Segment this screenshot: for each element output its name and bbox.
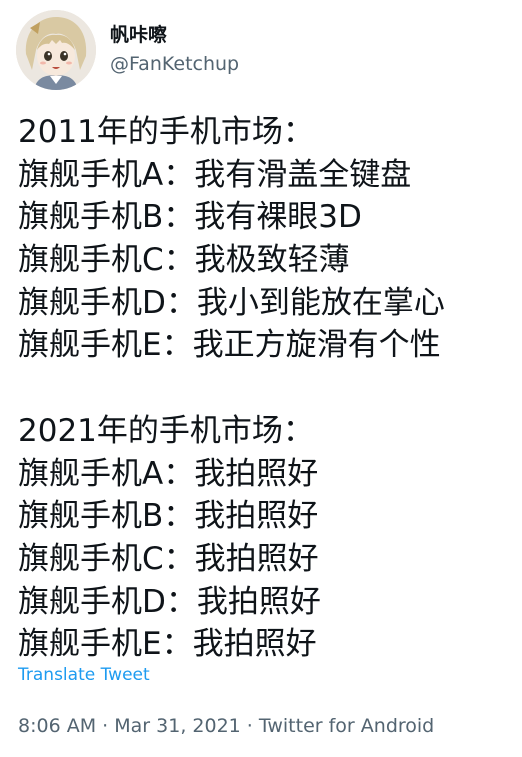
avatar[interactable] — [16, 10, 96, 90]
tweet: 帆咔嚓 @FanKetchup 2011年的手机市场： 旗舰手机A：我有滑盖全键… — [0, 0, 522, 757]
avatar-image — [16, 10, 96, 90]
section-heading-2011: 2011年的手机市场： — [18, 114, 314, 150]
tweet-line: 旗舰手机D：我拍照好 — [18, 583, 321, 620]
tweet-line: 旗舰手机A：我拍照好 — [18, 455, 319, 492]
tweet-line: 旗舰手机E：我正方旋滑有个性 — [18, 327, 441, 364]
meta-separator: · — [102, 715, 115, 737]
tweet-line: 旗舰手机C：我拍照好 — [18, 540, 319, 577]
display-name[interactable]: 帆咔嚓 — [110, 22, 239, 48]
tweet-line: 旗舰手机A：我有滑盖全键盘 — [18, 156, 412, 193]
tweet-line: 旗舰手机B：我有裸眼3D — [18, 199, 362, 236]
tweet-line: 旗舰手机E：我拍照好 — [18, 626, 317, 663]
translate-tweet-link[interactable]: Translate Tweet — [18, 663, 150, 687]
user-handle[interactable]: @FanKetchup — [110, 50, 239, 78]
section-heading-2021: 2021年的手机市场： — [18, 412, 314, 449]
tweet-text: 2011年的手机市场： 旗舰手机A：我有滑盖全键盘 旗舰手机B：我有裸眼3D 旗… — [18, 111, 513, 666]
tweet-line: 旗舰手机B：我拍照好 — [18, 498, 319, 535]
tweet-line: 旗舰手机D：我小到能放在掌心 — [18, 284, 445, 321]
tweet-header: 帆咔嚓 @FanKetchup — [16, 10, 239, 90]
meta-separator: · — [246, 715, 259, 737]
tweet-time[interactable]: 8:06 AM — [18, 715, 96, 737]
author-names: 帆咔嚓 @FanKetchup — [110, 22, 239, 78]
tweet-date[interactable]: Mar 31, 2021 — [114, 715, 241, 737]
tweet-line: 旗舰手机C：我极致轻薄 — [18, 242, 350, 279]
tweet-source[interactable]: Twitter for Android — [259, 715, 434, 737]
tweet-metadata: 8:06 AM · Mar 31, 2021 · Twitter for And… — [18, 712, 434, 740]
